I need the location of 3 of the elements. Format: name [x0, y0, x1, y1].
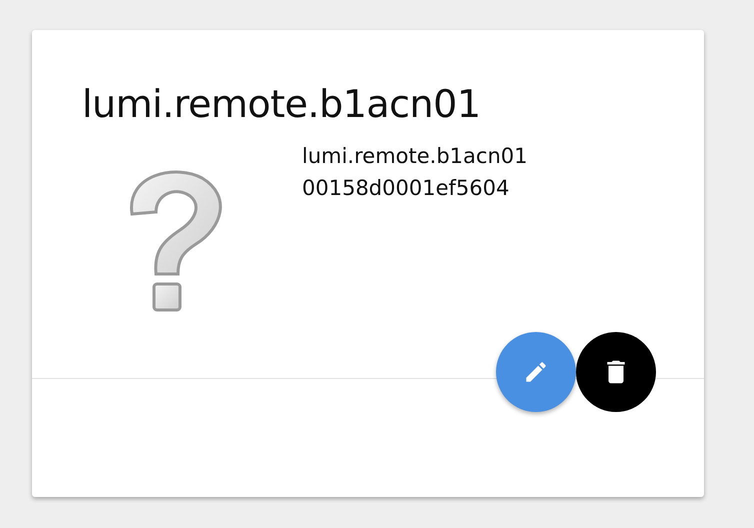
device-detail: 00158d0001ef5604 [302, 174, 510, 202]
card-title: lumi.remote.b1acn01 [82, 82, 482, 128]
device-detail: lumi.remote.b1acn01 [302, 142, 528, 170]
